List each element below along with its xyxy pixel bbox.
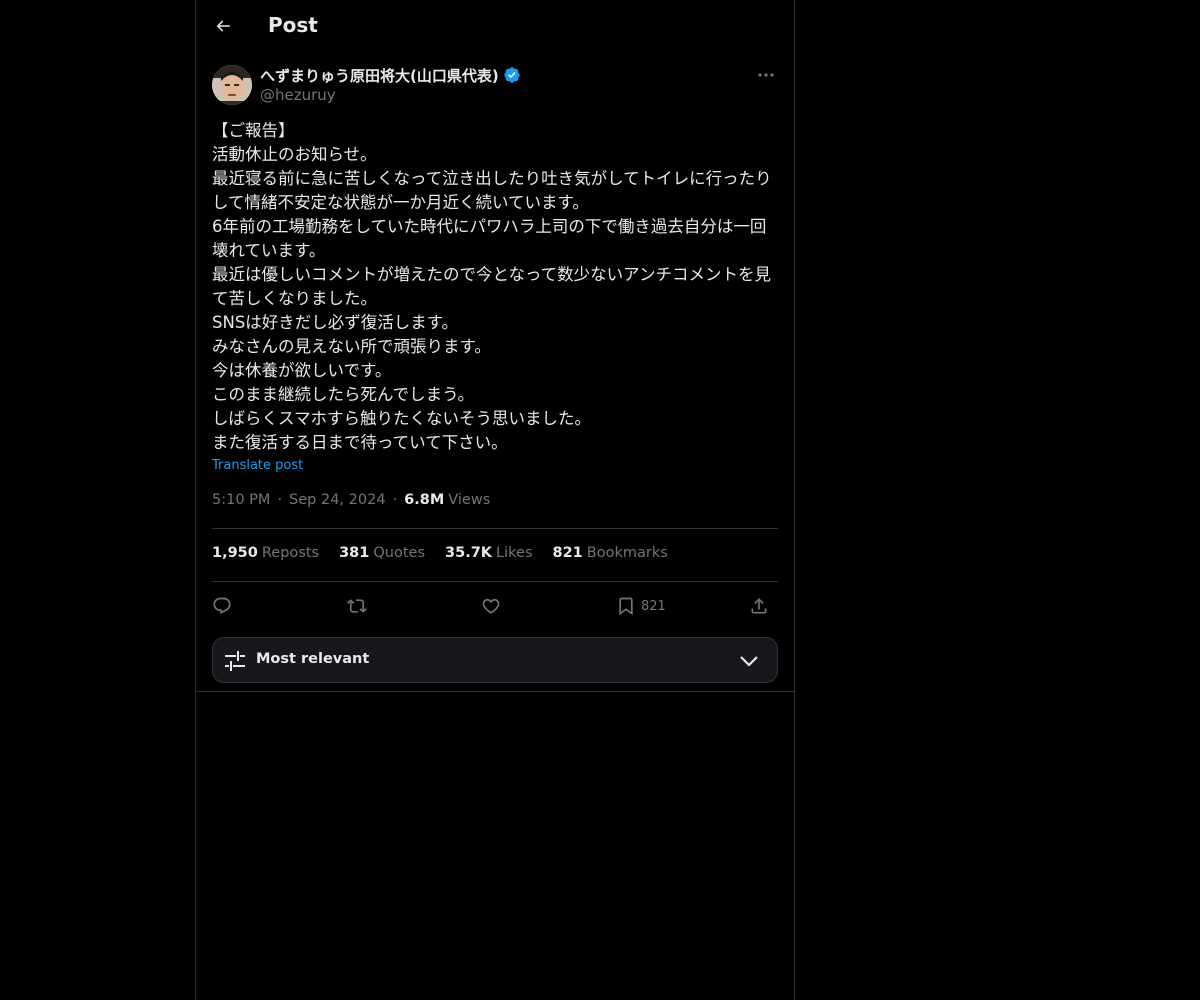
- bookmarks-label: Bookmarks: [586, 545, 668, 561]
- more-options-button[interactable]: [754, 65, 778, 85]
- post-text: 【ご報告】 活動休止のお知らせ。 最近寝る前に急に苦しくなって泣き出したり吐き気…: [212, 121, 772, 452]
- avatar-image: [212, 65, 252, 105]
- quotes-count: 381: [339, 545, 370, 561]
- reposts-count: 1,950: [212, 545, 258, 561]
- display-name[interactable]: へずまりゅう原田将大(山口県代表): [260, 65, 499, 86]
- back-button[interactable]: [206, 9, 240, 43]
- more-dots-icon: [758, 73, 774, 77]
- sliders-icon: [225, 651, 245, 671]
- divider: [196, 691, 794, 692]
- bookmarks-stat[interactable]: 821 Bookmarks: [553, 545, 668, 561]
- likes-stat[interactable]: 35.7K Likes: [445, 545, 532, 561]
- reply-sort-dropdown[interactable]: Most relevant: [212, 637, 778, 683]
- post-date[interactable]: Sep 24, 2024: [289, 492, 386, 508]
- like-icon: [482, 598, 500, 614]
- quotes-label: Quotes: [373, 545, 426, 561]
- post-author: へずまりゅう原田将大(山口県代表) @hezuruy: [212, 64, 778, 108]
- avatar[interactable]: [212, 65, 252, 105]
- bookmark-count: 821: [641, 598, 666, 614]
- repost-button[interactable]: [347, 591, 367, 621]
- share-icon: [751, 598, 767, 614]
- arrow-left-icon: [216, 20, 230, 32]
- bookmark-icon: [619, 597, 633, 616]
- likes-count: 35.7K: [445, 545, 493, 561]
- repost-icon: [347, 599, 367, 613]
- handle[interactable]: @hezuruy: [260, 86, 336, 104]
- reply-icon: [213, 597, 231, 615]
- likes-label: Likes: [496, 545, 533, 561]
- page-title: Post: [268, 13, 318, 37]
- sort-label: Most relevant: [256, 651, 370, 667]
- bookmark-button[interactable]: 821: [616, 591, 666, 621]
- top-header: Post: [196, 0, 794, 54]
- reposts-stat[interactable]: 1,950 Reposts: [212, 545, 319, 561]
- views-count: 6.8M: [404, 492, 445, 508]
- divider: [212, 528, 778, 529]
- meta-separator: ·: [392, 492, 398, 508]
- translate-post-link[interactable]: Translate post: [212, 458, 303, 473]
- reply-button[interactable]: [212, 591, 232, 621]
- bookmarks-count: 821: [552, 545, 583, 561]
- verified-badge-icon[interactable]: [503, 66, 521, 84]
- reposts-label: Reposts: [261, 545, 320, 561]
- views-label: Views: [448, 492, 491, 508]
- action-bar: 821: [212, 591, 778, 621]
- like-button[interactable]: [481, 591, 501, 621]
- display-name-row: へずまりゅう原田将大(山口県代表): [260, 64, 521, 86]
- post-stats: 1,950 Reposts 381 Quotes 35.7K Likes 821 Boo…: [212, 545, 688, 561]
- meta-separator: ·: [277, 492, 283, 508]
- post-column: Post へずまりゅう原田将大(山口県代表) @hezuruy 【ご報告】 活動…: [195, 0, 795, 1000]
- chevron-down-icon: [740, 656, 758, 667]
- quotes-stat[interactable]: 381 Quotes: [339, 545, 425, 561]
- post-time[interactable]: 5:10 PM: [212, 492, 270, 508]
- post-meta: 5:10 PM · Sep 24, 2024 · 6.8M Views: [212, 492, 490, 508]
- divider: [212, 581, 778, 582]
- share-button[interactable]: [749, 591, 769, 621]
